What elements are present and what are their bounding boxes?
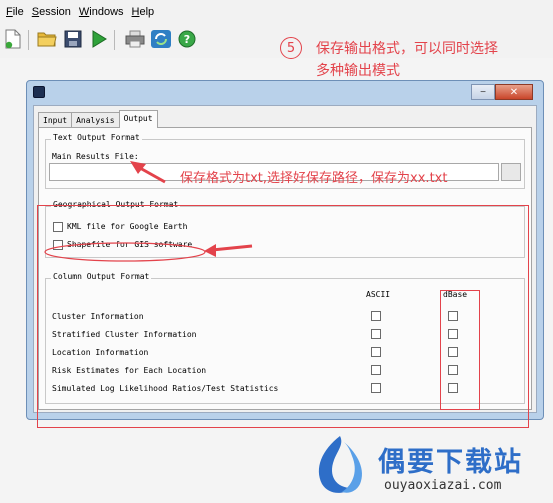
- annotation-arrow-file: [139, 166, 166, 184]
- watermark-title: 偶要下载站: [378, 447, 523, 478]
- path-note: 保存格式为txt,选择好保存路径，保存为xx.txt: [180, 167, 447, 186]
- annotation-arrowhead-file: [130, 161, 146, 174]
- annotation-marks: [44, 161, 253, 262]
- tab-output[interactable]: Output: [118, 110, 158, 128]
- annotation-arrowhead-shapefile: [204, 244, 216, 257]
- watermark-logo-icon: [318, 436, 363, 493]
- path-note-prefix: 保存格式为: [180, 171, 246, 186]
- path-note-middle: ,选择好保存路径，保存为: [262, 171, 411, 186]
- annotation-arrow-shapefile: [211, 244, 253, 252]
- shapefile-highlight-ellipse: [44, 242, 206, 262]
- path-note-file: xx.txt: [410, 171, 448, 186]
- path-note-txt: txt: [245, 171, 263, 186]
- watermark-url: ouyaoxiazai.com: [384, 478, 502, 493]
